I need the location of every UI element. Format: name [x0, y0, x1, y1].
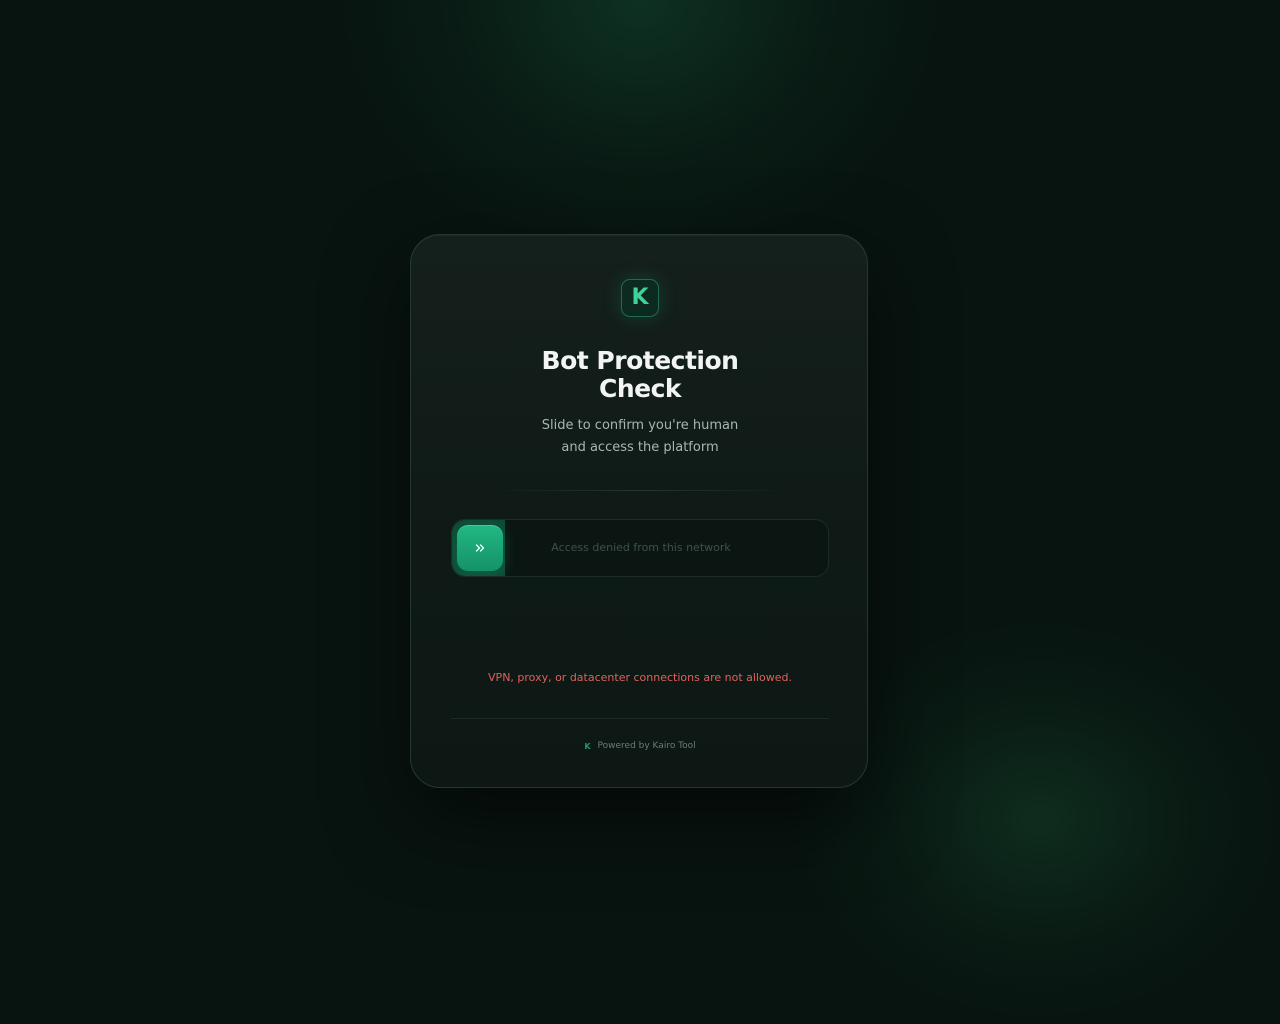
footer: K Powered by Kairo Tool: [451, 737, 829, 755]
background-glow-bottom-right: [800, 620, 1280, 1020]
kairo-logo: K: [621, 279, 659, 317]
verification-slider[interactable]: Access denied from this network: [451, 519, 829, 577]
background-glow-top: [340, 0, 940, 260]
page-title: Bot Protection Check: [541, 346, 739, 403]
slider-label: Access denied from this network: [551, 541, 731, 554]
kairo-mini-logo-icon: K: [584, 741, 591, 751]
logo-letter: K: [631, 285, 649, 310]
powered-by-text: Powered by Kairo Tool: [597, 741, 696, 751]
double-chevron-right-icon: [474, 539, 486, 558]
divider: [489, 490, 791, 491]
footer-divider: [451, 718, 829, 719]
slider-handle[interactable]: [457, 525, 503, 571]
verification-card: K Bot Protection Check Slide to confirm …: [410, 234, 868, 788]
subtitle: Slide to confirm you're human and access…: [541, 418, 739, 455]
error-message: VPN, proxy, or datacenter connections ar…: [488, 671, 792, 684]
